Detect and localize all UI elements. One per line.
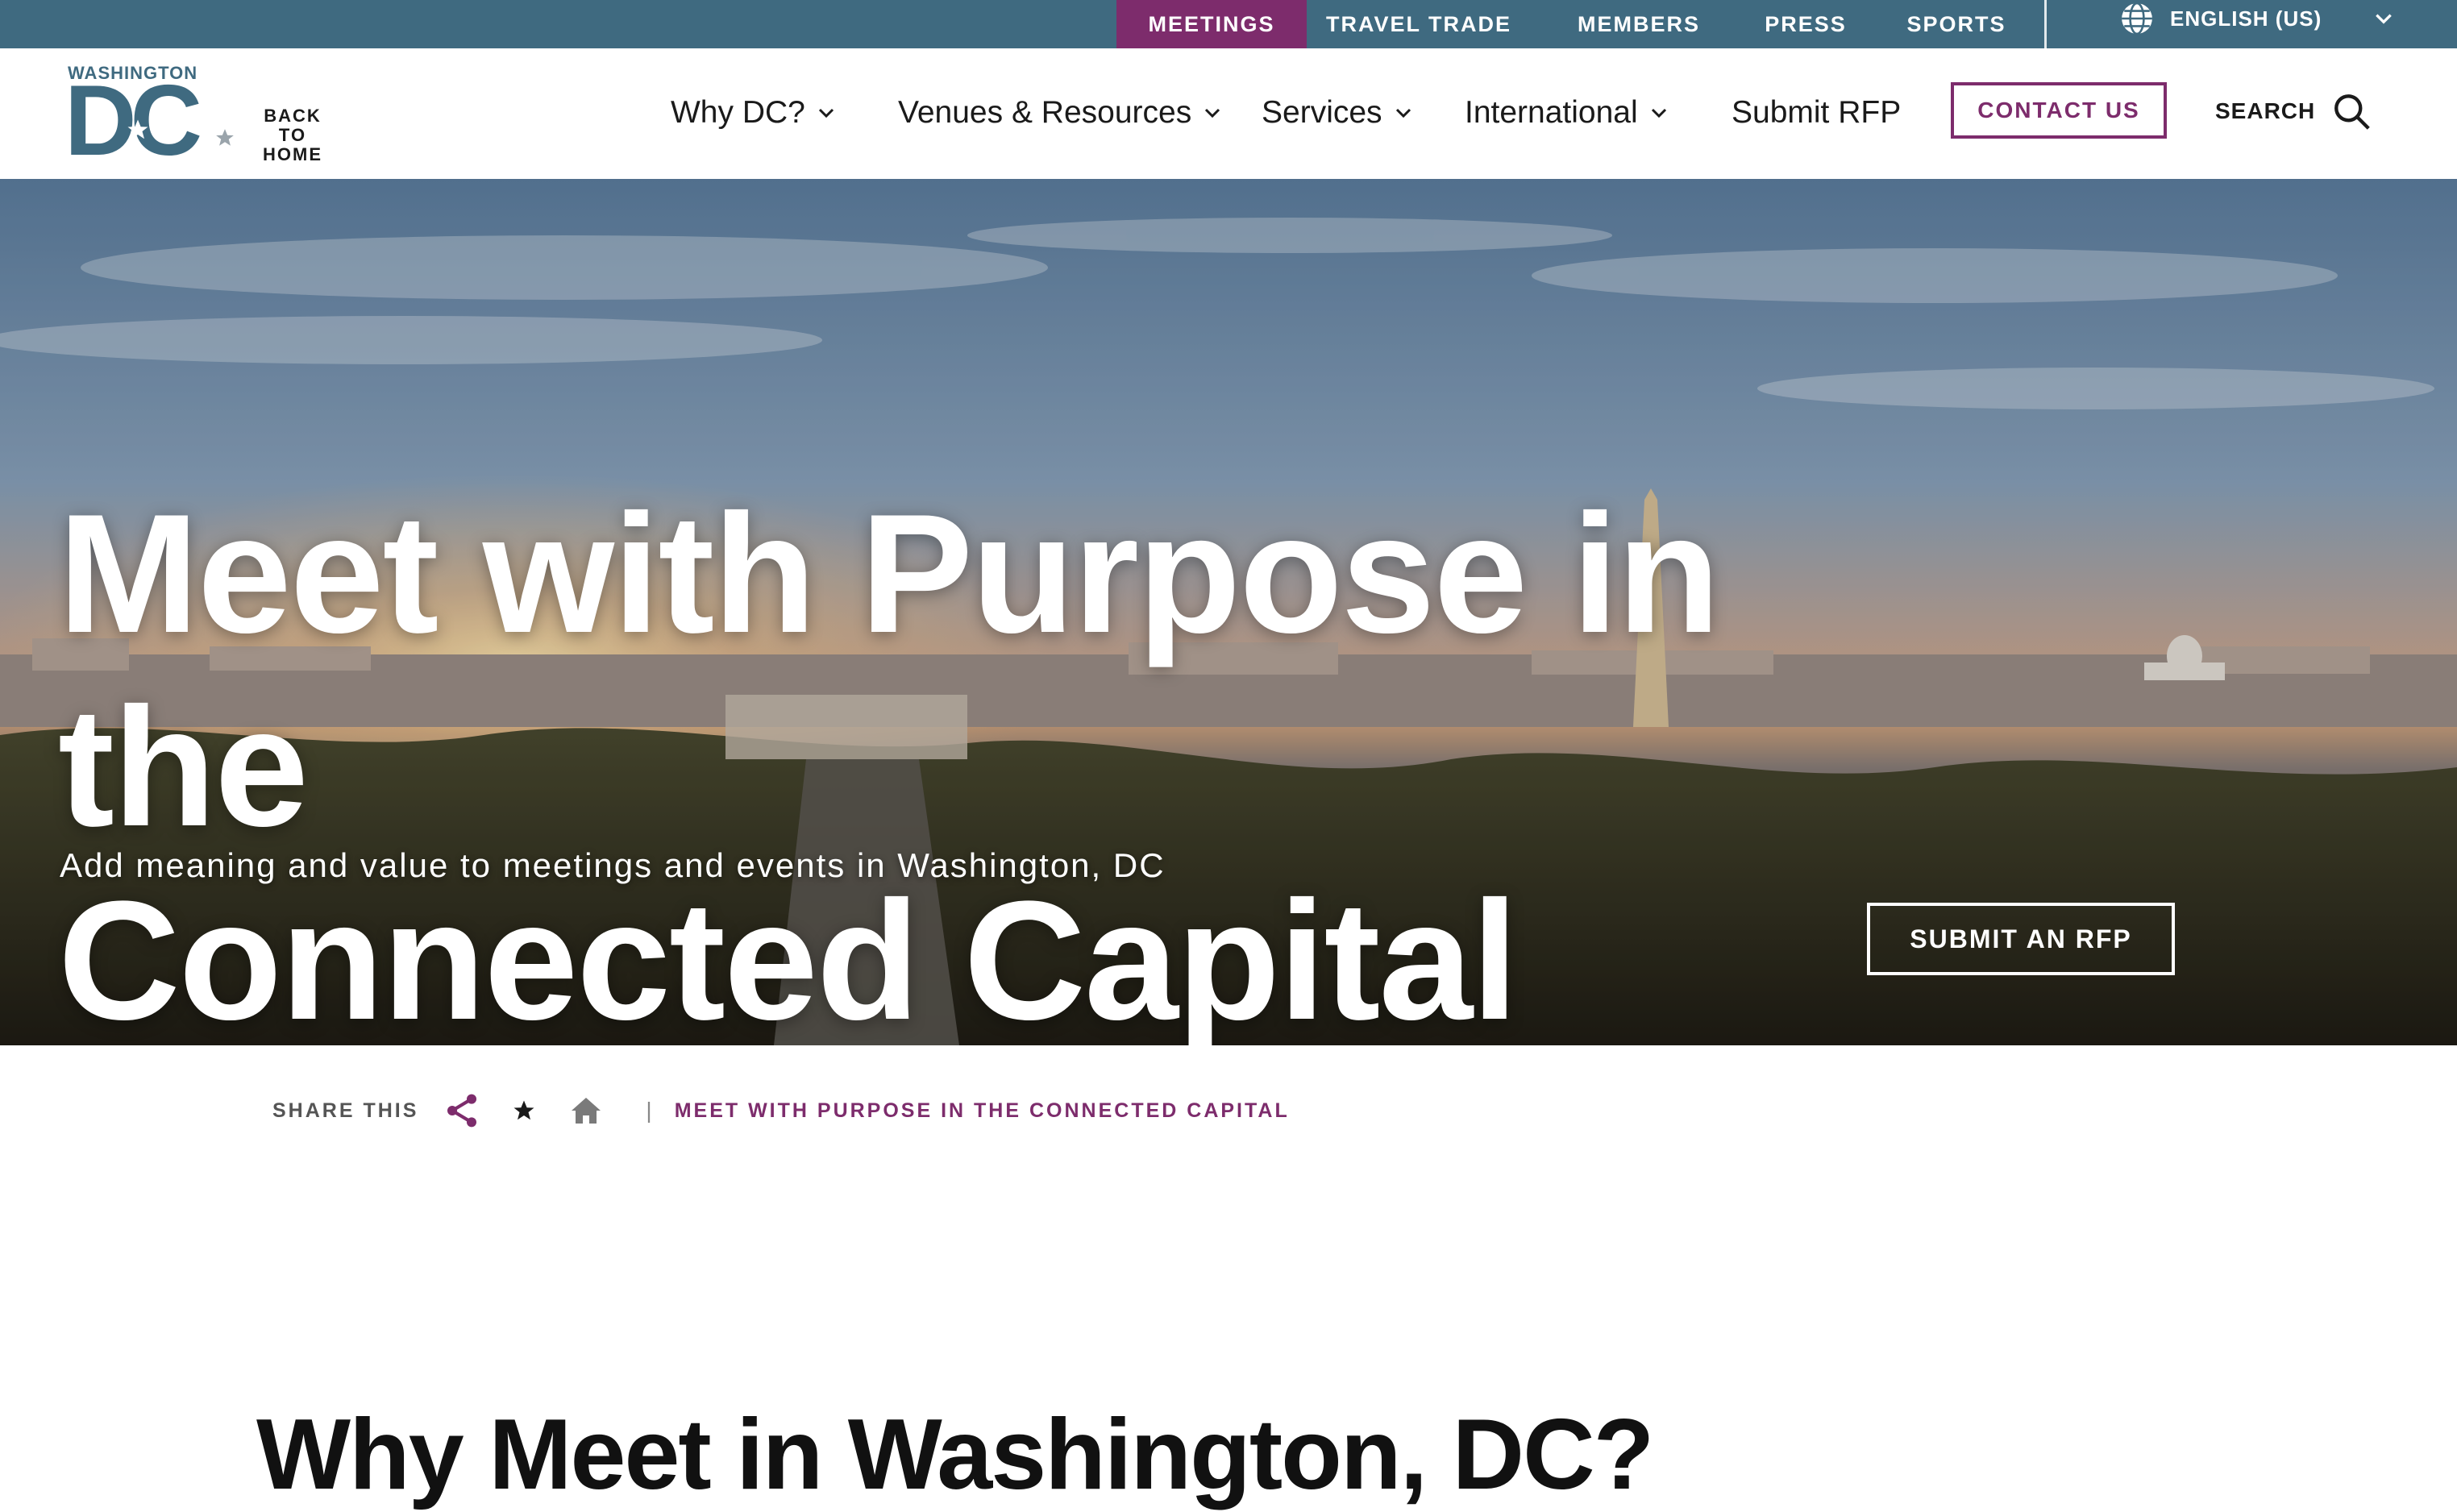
- nav-item-services[interactable]: Services: [1262, 89, 1413, 137]
- chevron-down-icon: [818, 108, 834, 118]
- main-nav: WASHINGTON DC BACK TO HOME Why DC? Venue…: [0, 48, 2457, 179]
- search-icon: [2334, 94, 2371, 130]
- back-to-home-link[interactable]: BACK TO HOME: [248, 106, 337, 164]
- chevron-down-icon: [1205, 108, 1220, 118]
- back-home-line: BACK: [264, 106, 322, 126]
- nav-item-venues-resources[interactable]: Venues & Resources: [898, 89, 1222, 137]
- hero-title-line: Meet with Purpose in the: [58, 479, 1720, 862]
- nav-item-label: Venues & Resources: [898, 95, 1192, 130]
- logo-star-icon: [127, 119, 148, 139]
- search-button[interactable]: SEARCH: [2215, 87, 2372, 135]
- hero-title: Meet with Purpose in the Connected Capit…: [58, 477, 1831, 1045]
- nav-item-label: Services: [1262, 95, 1382, 130]
- share-label: SHARE THIS: [272, 1099, 419, 1122]
- utility-tab-meetings[interactable]: MEETINGS: [1116, 0, 1307, 61]
- chevron-down-icon: [1651, 108, 1666, 118]
- search-label: SEARCH: [2215, 98, 2316, 123]
- hero-banner: Meet with Purpose in the Connected Capit…: [0, 179, 2457, 1045]
- home-icon[interactable]: [570, 1095, 602, 1127]
- hero-title-line: Connected Capital: [58, 866, 1519, 1045]
- star-icon[interactable]: [512, 1099, 536, 1123]
- utility-tab-members[interactable]: MEMBERS: [1570, 0, 1707, 48]
- language-selector[interactable]: ENGLISH (US): [2120, 0, 2394, 37]
- chevron-down-icon: [1395, 108, 1411, 118]
- nav-item-why-dc[interactable]: Why DC?: [671, 89, 836, 137]
- language-label: ENGLISH (US): [2170, 6, 2322, 31]
- site-logo[interactable]: WASHINGTON DC BACK TO HOME: [64, 63, 342, 171]
- utility-bar: MEETINGS TRAVEL TRADE MEMBERS PRESS SPOR…: [0, 0, 2457, 61]
- breadcrumb-separator: |: [646, 1098, 652, 1123]
- section-heading: Why Meet in Washington, DC?: [256, 1399, 1654, 1510]
- utility-tab-sports[interactable]: SPORTS: [1896, 0, 2017, 48]
- submit-rfp-button[interactable]: SUBMIT AN RFP: [1867, 903, 2175, 975]
- utility-tab-travel-trade[interactable]: TRAVEL TRADE: [1322, 0, 1515, 48]
- logo-star-accent-icon: [216, 129, 234, 146]
- nav-item-label: International: [1465, 95, 1638, 130]
- hero-subtitle: Add meaning and value to meetings and ev…: [60, 846, 1166, 884]
- utility-divider: [2044, 0, 2047, 48]
- nav-item-label: Why DC?: [671, 95, 805, 130]
- contact-us-button[interactable]: CONTACT US: [1951, 82, 2167, 139]
- breadcrumb-current: MEET WITH PURPOSE IN THE CONNECTED CAPIT…: [674, 1099, 1290, 1122]
- utility-tab-press[interactable]: PRESS: [1757, 0, 1854, 48]
- share-icon[interactable]: [443, 1091, 481, 1130]
- share-breadcrumb-bar: SHARE THIS | MEET WITH PURPOSE IN THE CO…: [272, 1086, 1482, 1135]
- nav-item-label: Submit RFP: [1732, 95, 1902, 130]
- back-home-line: HOME: [263, 144, 322, 164]
- back-home-line: TO: [278, 125, 307, 145]
- nav-item-international[interactable]: International: [1465, 89, 1669, 137]
- nav-item-submit-rfp[interactable]: Submit RFP: [1732, 89, 1901, 137]
- globe-icon: [2122, 2, 2152, 35]
- chevron-down-icon: [2376, 14, 2392, 24]
